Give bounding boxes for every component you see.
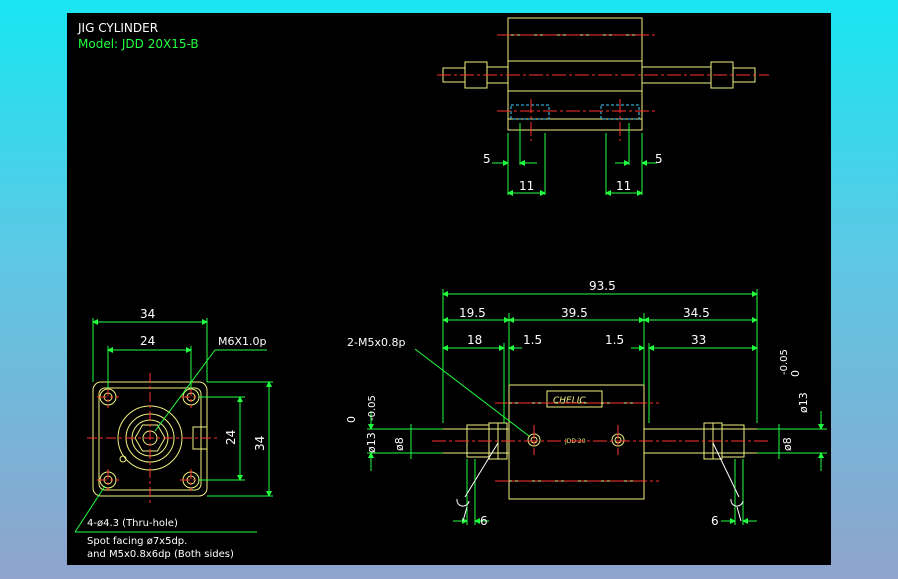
thread-dia-right: ø8 [781, 437, 794, 451]
model-label: Model: JDD 20X15-B [78, 37, 199, 51]
rod-tol-left-upper: 0 [345, 416, 358, 423]
spot-facing-note: Spot facing ø7x5dp. [87, 536, 187, 547]
nameplate-text: CHELIC [553, 396, 586, 406]
dim-overall-length: 93.5 [589, 279, 616, 293]
dim-body-length: 39.5 [561, 306, 588, 320]
rod-tol-right-lower: -0.05 [779, 349, 790, 375]
drawing-title: JIG CYLINDER [77, 21, 158, 35]
nut-width-left: 6 [480, 514, 488, 528]
rod-dia-left: ø13 [365, 432, 378, 453]
dim-left-rod: 18 [467, 333, 482, 347]
side-view [443, 384, 757, 500]
hole-callout: 4-ø4.3 (Thru-hole) [87, 518, 178, 529]
thread-callout: M6X1.0p [218, 335, 267, 348]
nut-width-right: 6 [711, 514, 719, 528]
dim-left-section: 19.5 [459, 306, 486, 320]
rod-tol-right-upper: 0 [789, 370, 802, 377]
dim-top-right-offset: 5 [655, 152, 663, 166]
dim-right-rod: 33 [691, 333, 706, 347]
dim-top-left-width: 11 [519, 179, 534, 193]
cad-drawing-canvas: JIG CYLINDER Model: JDD 20X15-B 5 5 11 1… [67, 13, 831, 565]
dim-right-gap: 1.5 [605, 333, 624, 347]
rod-tol-left-lower: -0.05 [367, 395, 378, 421]
side-view-centerlines [432, 402, 770, 482]
wrench-symbols [456, 442, 744, 522]
thread-depth-note: and M5x0.8x6dp (Both sides) [87, 549, 234, 560]
dim-end-width-inner: 24 [140, 334, 155, 348]
dim-top-left-offset: 5 [483, 152, 491, 166]
dim-right-section: 34.5 [683, 306, 710, 320]
rod-dia-right: ø13 [797, 392, 810, 413]
dim-top-right-width: 11 [616, 179, 631, 193]
cad-drawing: JIG CYLINDER Model: JDD 20X15-B 5 5 11 1… [74, 17, 827, 560]
thread-dia-left: ø8 [393, 437, 406, 451]
dim-left-gap: 1.5 [523, 333, 542, 347]
dim-end-height-outer: 34 [253, 436, 267, 451]
end-view-dimensions [74, 318, 273, 533]
top-view-dimensions [492, 123, 657, 196]
dim-end-width-outer: 34 [140, 307, 155, 321]
dim-end-height-inner: 24 [224, 430, 238, 445]
port-callout: 2-M5x0.8p [347, 336, 405, 349]
